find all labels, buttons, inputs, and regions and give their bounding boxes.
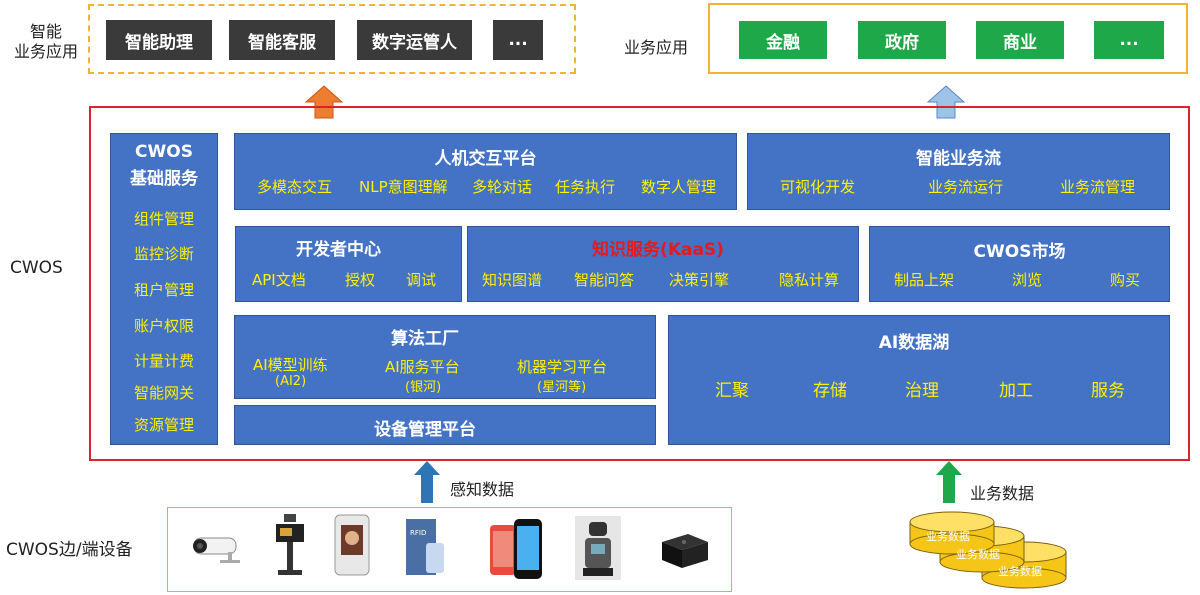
smart-service-button[interactable]: 智能客服 <box>229 20 335 60</box>
market-item: 浏览 <box>1012 271 1043 289</box>
sensing-data-arrow-icon <box>414 461 440 503</box>
base-service-item: 智能网关 <box>133 384 194 402</box>
camera-icon <box>193 537 240 563</box>
smart-app-label-line2: 业务应用 <box>13 42 78 61</box>
smart-assistant-button[interactable]: 智能助理 <box>106 20 212 60</box>
algo-item-name: AI服务平台 <box>385 358 460 376</box>
edge-devices-label: CWOS边/端设备 <box>6 540 133 560</box>
device-management-panel: 设备管理平台 <box>234 405 656 445</box>
cwos-market-title: CWOS市场 <box>973 242 1066 262</box>
datalake-item: 汇聚 <box>715 381 749 401</box>
datalake-item: 存储 <box>813 381 847 401</box>
kaas-panel: 知识服务(KaaS) 知识图谱 智能问答 决策引擎 隐私计算 <box>467 226 859 302</box>
ai-datalake-panel: AI数据湖 汇聚 存储 治理 加工 服务 <box>668 315 1170 445</box>
edge-box-icon <box>662 534 708 568</box>
datalake-item: 治理 <box>905 381 939 401</box>
smart-workflow-title: 智能业务流 <box>916 149 1001 169</box>
hci-item: 任务执行 <box>555 178 616 196</box>
base-service-item: 账户权限 <box>133 317 194 335</box>
algo-item-name: 机器学习平台 <box>517 358 608 376</box>
smart-workflow-panel: 智能业务流 可视化开发 业务流运行 业务流管理 <box>747 133 1170 210</box>
developer-center-panel: 开发者中心 API文档 授权 调试 <box>235 226 462 302</box>
algorithm-factory-title: 算法工厂 <box>391 329 459 349</box>
smartphone-icon <box>490 519 542 579</box>
algo-item-name: AI模型训练 <box>253 356 328 374</box>
face-recognition-terminal-icon <box>334 514 370 576</box>
market-item: 购买 <box>1110 271 1141 289</box>
base-service-item: 监控诊断 <box>133 245 194 263</box>
workflow-item: 业务流管理 <box>1060 178 1136 196</box>
db-label: 业务数据 <box>926 530 970 543</box>
algo-item-sub: (AI2) <box>275 374 307 389</box>
developer-center-title: 开发者中心 <box>296 240 381 260</box>
business-data-label: 业务数据 <box>970 484 1035 503</box>
government-button[interactable]: 政府 <box>858 21 946 59</box>
cwos-market-panel: CWOS市场 制品上架 浏览 购买 <box>869 226 1170 302</box>
kaas-title: 知识服务(KaaS) <box>592 240 724 260</box>
rfid-card-icon: RFID <box>406 519 444 575</box>
base-service-item: 计量计费 <box>133 352 194 370</box>
base-service-item: 组件管理 <box>133 210 194 228</box>
developer-center-item: 调试 <box>406 271 437 289</box>
datalake-item: 服务 <box>1091 381 1125 401</box>
db-label: 业务数据 <box>998 565 1042 578</box>
hci-item: 多轮对话 <box>472 178 533 196</box>
base-service-item: 租户管理 <box>133 281 194 299</box>
hci-platform-panel: 人机交互平台 多模态交互 NLP意图理解 多轮对话 任务执行 数字人管理 <box>234 133 737 210</box>
base-service-item: 资源管理 <box>133 416 194 434</box>
kaas-item: 隐私计算 <box>779 271 840 289</box>
datalake-item: 加工 <box>999 381 1033 401</box>
business-data-arrow-icon <box>936 461 962 503</box>
robot-icon <box>575 516 621 580</box>
base-services-panel: CWOS 基础服务 组件管理 监控诊断 租户管理 账户权限 计量计费 智能网关 … <box>110 133 218 445</box>
digital-operator-button[interactable]: 数字运管人 <box>357 20 472 60</box>
smart-app-label: 智能 业务应用 <box>6 22 86 62</box>
ai-datalake-title: AI数据湖 <box>878 333 950 353</box>
svg-text:RFID: RFID <box>410 529 426 537</box>
market-item: 制品上架 <box>894 271 955 289</box>
base-services-title-line2: 基础服务 <box>130 169 198 189</box>
base-services-title-line1: CWOS <box>135 142 193 162</box>
kaas-item: 决策引擎 <box>669 271 730 289</box>
workflow-item: 可视化开发 <box>780 178 856 196</box>
algorithm-factory-panel: 算法工厂 AI模型训练 (AI2) AI服务平台 (银河) 机器学习平台 (星河… <box>234 315 656 399</box>
algo-item-sub: (星河等) <box>537 380 587 395</box>
developer-center-item: API文档 <box>252 271 306 289</box>
business-app-label: 业务应用 <box>624 38 689 57</box>
sensing-data-label: 感知数据 <box>450 480 515 499</box>
algo-item-sub: (银河) <box>405 380 442 395</box>
gate-terminal-icon <box>276 514 304 575</box>
kaas-item: 知识图谱 <box>482 271 543 289</box>
db-label: 业务数据 <box>956 548 1000 561</box>
finance-button[interactable]: 金融 <box>739 21 827 59</box>
device-management-title: 设备管理平台 <box>374 420 476 440</box>
commerce-button[interactable]: 商业 <box>976 21 1064 59</box>
cwos-label: CWOS <box>10 258 63 278</box>
more-smart-app-button[interactable]: ... <box>493 20 543 60</box>
workflow-item: 业务流运行 <box>928 178 1004 196</box>
more-business-button[interactable]: ... <box>1094 21 1164 59</box>
hci-item: 数字人管理 <box>641 178 717 196</box>
smart-app-label-line1: 智能 <box>29 22 62 41</box>
hci-item: NLP意图理解 <box>359 178 448 196</box>
kaas-item: 智能问答 <box>574 271 635 289</box>
developer-center-item: 授权 <box>345 271 376 289</box>
hci-item: 多模态交互 <box>257 178 333 196</box>
hci-platform-title: 人机交互平台 <box>434 149 537 169</box>
